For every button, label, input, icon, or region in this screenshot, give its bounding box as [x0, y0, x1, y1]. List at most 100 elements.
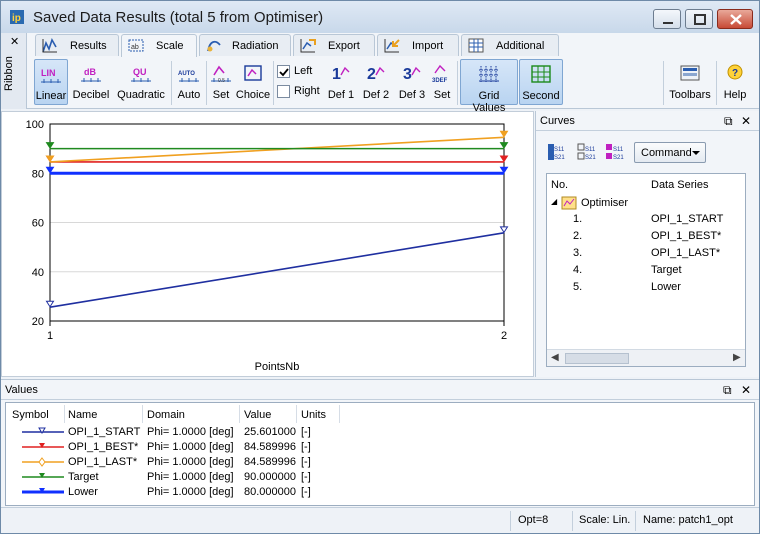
- list-item[interactable]: 4. Target: [547, 264, 745, 281]
- svg-text:S11: S11: [613, 147, 624, 153]
- y-tick-label: 100: [26, 119, 44, 131]
- s11-s21-uncheck-icon[interactable]: S11S21: [604, 141, 626, 163]
- list-item[interactable]: 3. OPI_1_LAST*: [547, 247, 745, 264]
- table-row[interactable]: OPI_1_BEST* Phi= 1.0000 [deg] 84.589996 …: [6, 440, 754, 455]
- values-panel-header: Values ⧉ ✕: [1, 380, 759, 400]
- column-header-no[interactable]: No.: [551, 179, 568, 191]
- app-icon: ip: [10, 10, 24, 24]
- row-units: [-]: [301, 441, 311, 453]
- row-name: OPI_1_BEST*: [68, 441, 139, 453]
- results-icon: [42, 38, 57, 53]
- quadratic-button[interactable]: QU Quadratic: [115, 59, 167, 105]
- series-symbol: [22, 427, 64, 434]
- table-row[interactable]: Target Phi= 1.0000 [deg] 90.000000 [-]: [6, 470, 754, 485]
- toolbars-button[interactable]: Toolbars: [667, 59, 713, 105]
- plot-area[interactable]: 20 40 60 80 100 1 2 PointsNb: [1, 111, 534, 377]
- scrollbar-thumb[interactable]: [565, 353, 629, 364]
- scroll-left-icon[interactable]: ◀: [551, 352, 559, 363]
- tab-radiation[interactable]: Radiation: [199, 34, 291, 56]
- list-item[interactable]: 1. OPI_1_START: [547, 213, 745, 230]
- tab-export[interactable]: Export: [293, 34, 375, 56]
- export-icon: [300, 39, 316, 53]
- decibel-scale-icon: dB: [81, 67, 101, 82]
- curves-tree: No. Data Series ◢ Optimiser 1. OPI_1_STAR…: [546, 173, 746, 367]
- tab-results[interactable]: Results: [35, 34, 119, 56]
- curves-panel: Curves ⧉ ✕ S11 S21 S11 S21 S11 S21 Command …: [535, 111, 759, 377]
- horizontal-scrollbar[interactable]: ◀ ▶: [547, 349, 745, 366]
- column-header-value[interactable]: Value: [244, 409, 271, 421]
- ribbon: ✕ Ribbon Results ab Scale Radiation Expo…: [1, 33, 759, 114]
- list-item[interactable]: 2. OPI_1_BEST*: [547, 230, 745, 247]
- set-def-icon: 3DEF: [432, 64, 448, 83]
- series-line: [49, 136, 505, 163]
- series-symbol: [22, 473, 64, 478]
- auto-button[interactable]: AUTO Auto: [174, 59, 204, 105]
- row-units: [-]: [301, 456, 311, 468]
- scale-icon: ab: [128, 39, 144, 52]
- status-opt: Opt=8: [518, 514, 549, 526]
- tab-scale[interactable]: ab Scale: [121, 34, 197, 57]
- choice-button[interactable]: Choice: [235, 59, 271, 105]
- minimize-button[interactable]: [653, 9, 681, 29]
- pin-icon[interactable]: ⧉: [724, 114, 733, 129]
- table-row[interactable]: OPI_1_START Phi= 1.0000 [deg] 25.601000 …: [6, 425, 754, 440]
- series-marker: [499, 155, 509, 163]
- grid-values-button[interactable]: Grid Values: [460, 59, 518, 114]
- row-units: [-]: [301, 486, 311, 498]
- column-header-name[interactable]: Name: [68, 409, 97, 421]
- command-dropdown[interactable]: Command: [634, 142, 706, 163]
- close-panel-icon[interactable]: ✕: [741, 114, 751, 128]
- def3-button[interactable]: 3 Def 3: [395, 59, 429, 105]
- status-name: Name: patch1_opt: [643, 514, 733, 526]
- row-domain: Phi= 1.0000 [deg]: [147, 441, 234, 453]
- s11-s21-single-icon[interactable]: S11S21: [546, 141, 568, 163]
- close-panel-icon[interactable]: ✕: [741, 383, 751, 397]
- set-button[interactable]: 0.5 Set: [208, 59, 234, 105]
- curves-panel-header: Curves ⧉ ✕: [536, 111, 759, 131]
- import-icon: [384, 39, 400, 53]
- maximize-button[interactable]: [685, 9, 713, 29]
- expand-arrow-icon[interactable]: ◢: [551, 197, 557, 206]
- def2-button[interactable]: 2 Def 2: [359, 59, 393, 105]
- def1-icon: 1: [332, 66, 350, 83]
- column-header-units[interactable]: Units: [301, 409, 326, 421]
- table-row[interactable]: Lower Phi= 1.0000 [deg] 80.000000 [-]: [6, 485, 754, 500]
- chevron-down-icon: [692, 151, 700, 155]
- second-grid-button[interactable]: Second: [519, 59, 563, 105]
- set-def-button[interactable]: 3DEF Set: [430, 59, 454, 105]
- ribbon-close-icon[interactable]: ✕: [10, 35, 19, 48]
- table-row[interactable]: OPI_1_LAST* Phi= 1.0000 [deg] 84.589996 …: [6, 455, 754, 470]
- scroll-right-icon[interactable]: ▶: [733, 352, 741, 363]
- close-button[interactable]: [717, 9, 753, 29]
- toolbars-icon: [680, 65, 700, 81]
- column-header-series[interactable]: Data Series: [651, 179, 708, 191]
- linear-scale-icon: LIN: [41, 68, 61, 83]
- series-marker: [499, 226, 509, 234]
- decibel-button[interactable]: dB Decibel: [71, 59, 111, 105]
- tab-additional[interactable]: Additional: [461, 34, 559, 56]
- values-panel: Values ⧉ ✕ Symbol Name Domain Value Unit…: [1, 379, 759, 507]
- checkbox-box[interactable]: [277, 85, 290, 98]
- tree-root[interactable]: ◢ Optimiser: [547, 196, 745, 213]
- column-header-domain[interactable]: Domain: [147, 409, 185, 421]
- svg-text:S11: S11: [554, 147, 565, 153]
- help-button[interactable]: ? Help: [719, 59, 751, 105]
- def3-icon: 3: [403, 66, 421, 83]
- svg-text:AUTO: AUTO: [178, 71, 195, 77]
- pin-icon[interactable]: ⧉: [723, 383, 732, 398]
- column-header-symbol[interactable]: Symbol: [12, 409, 49, 421]
- ribbon-group-area: LIN Linear dB Decibel QU Quadratic AUTO …: [27, 57, 759, 114]
- series-marker: [45, 155, 55, 163]
- row-name: OPI_1_START: [68, 426, 141, 438]
- list-item[interactable]: 5. Lower: [547, 281, 745, 298]
- svg-text:?: ?: [732, 68, 738, 79]
- line-chart[interactable]: 20 40 60 80 100 1 2 PointsNb: [2, 112, 535, 378]
- ribbon-label: Ribbon: [3, 56, 15, 91]
- tab-import[interactable]: Import: [377, 34, 459, 56]
- def1-button[interactable]: 1 Def 1: [325, 59, 357, 105]
- s11-s21-check-icon[interactable]: S11S21: [576, 141, 598, 163]
- additional-icon: [468, 38, 484, 53]
- series-marker: [45, 142, 55, 150]
- checkbox-box[interactable]: [277, 65, 290, 78]
- linear-button[interactable]: LIN Linear: [34, 59, 68, 105]
